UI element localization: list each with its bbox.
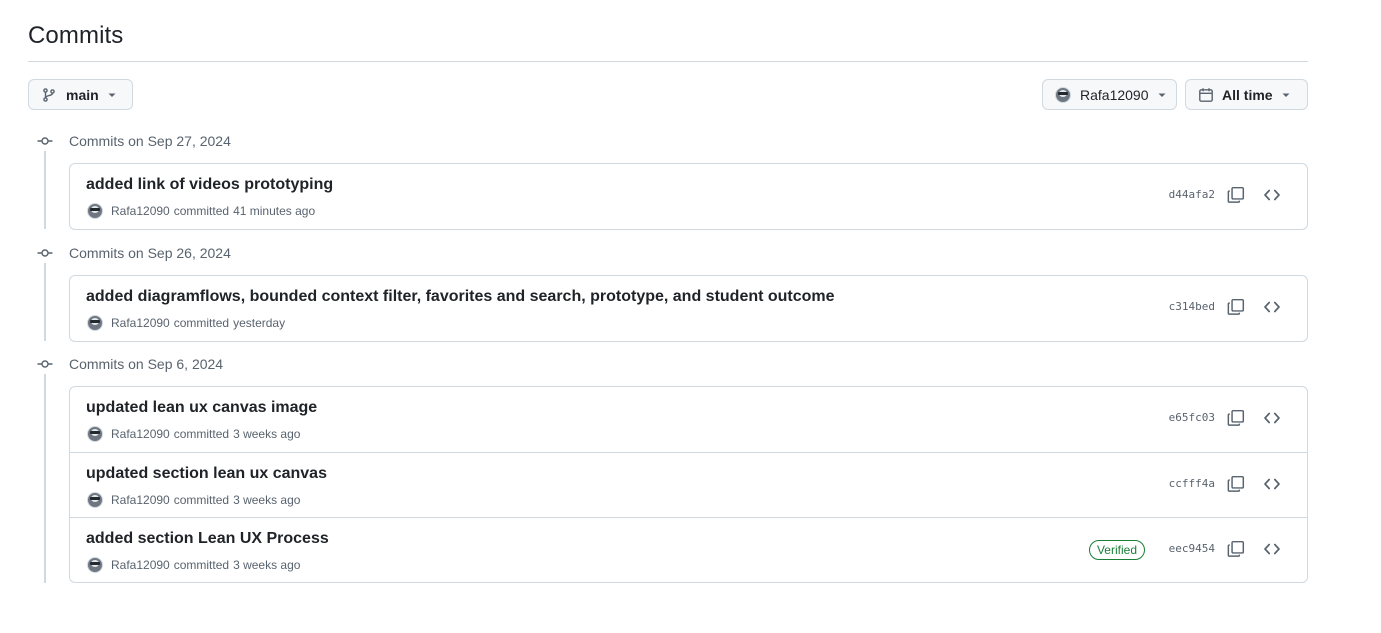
avatar[interactable] xyxy=(87,492,103,508)
commit-verb: committed xyxy=(173,493,230,507)
commit-sha-link[interactable]: d44afa2 xyxy=(1169,188,1215,201)
commit-verb: committed xyxy=(173,558,230,572)
code-icon[interactable] xyxy=(1263,186,1281,204)
time-filter-label: All time xyxy=(1222,86,1273,103)
copy-icon[interactable] xyxy=(1227,186,1245,204)
commit-group-date: Commits on Sep 27, 2024 xyxy=(69,133,231,149)
commit-message-link[interactable]: added section Lean UX Process xyxy=(86,530,329,548)
avatar xyxy=(1055,86,1071,103)
commit-time: 3 weeks ago xyxy=(233,558,301,572)
commit-author-link[interactable]: Rafa12090 xyxy=(111,204,170,218)
copy-icon[interactable] xyxy=(1227,540,1245,558)
commit-time: 3 weeks ago xyxy=(233,493,301,507)
code-icon[interactable] xyxy=(1263,540,1281,558)
commit-author-link[interactable]: Rafa12090 xyxy=(111,493,170,507)
commit-row: updated section lean ux canvas Rafa12090 c… xyxy=(70,452,1307,517)
commit-time: 41 minutes ago xyxy=(233,204,316,218)
code-icon[interactable] xyxy=(1263,475,1281,493)
commit-verb: committed xyxy=(173,204,230,218)
commit-sha-link[interactable]: eec9454 xyxy=(1169,542,1215,555)
git-branch-icon xyxy=(41,87,57,103)
commit-sha-link[interactable]: ccfff4a xyxy=(1169,477,1215,490)
commit-author-link[interactable]: Rafa12090 xyxy=(111,316,170,330)
avatar[interactable] xyxy=(87,315,103,331)
title-divider xyxy=(28,61,1308,62)
commit-meta: Rafa12090 committed 41 minutes ago xyxy=(87,203,315,219)
commit-meta: Rafa12090 committed 3 weeks ago xyxy=(87,557,300,573)
branch-label: main xyxy=(66,86,99,103)
code-icon[interactable] xyxy=(1263,298,1281,316)
commit-message-link[interactable]: added diagramflows, bounded context filt… xyxy=(86,288,835,306)
commit-sha-link[interactable]: c314bed xyxy=(1169,300,1215,313)
commit-meta: Rafa12090 committed 3 weeks ago xyxy=(87,426,300,442)
caret-down-icon xyxy=(1157,90,1167,100)
user-filter-label: Rafa12090 xyxy=(1080,86,1149,103)
page-title: Commits xyxy=(28,22,124,49)
time-filter-button[interactable]: All time xyxy=(1185,79,1308,110)
timeline-line xyxy=(44,151,46,229)
commit-list: added diagramflows, bounded context filt… xyxy=(69,275,1308,342)
caret-down-icon xyxy=(107,90,117,100)
commit-message-link[interactable]: updated section lean ux canvas xyxy=(86,465,327,483)
commit-author-link[interactable]: Rafa12090 xyxy=(111,558,170,572)
commit-verb: committed xyxy=(173,316,230,330)
commit-time: 3 weeks ago xyxy=(233,427,301,441)
code-icon[interactable] xyxy=(1263,409,1281,427)
commit-time: yesterday xyxy=(233,316,286,330)
user-filter-button[interactable]: Rafa12090 xyxy=(1042,79,1177,110)
commit-row: updated lean ux canvas image Rafa12090 com… xyxy=(70,387,1307,452)
copy-icon[interactable] xyxy=(1227,298,1245,316)
commit-message-link[interactable]: added link of videos prototyping xyxy=(86,176,333,194)
commit-meta: Rafa12090 committed yesterday xyxy=(87,315,285,331)
avatar[interactable] xyxy=(87,557,103,573)
copy-icon[interactable] xyxy=(1227,409,1245,427)
timeline-line xyxy=(44,263,46,341)
commit-author-link[interactable]: Rafa12090 xyxy=(111,427,170,441)
avatar[interactable] xyxy=(87,426,103,442)
verified-badge[interactable]: Verified xyxy=(1088,540,1145,560)
commit-message-link[interactable]: updated lean ux canvas image xyxy=(86,399,317,417)
commit-row: added link of videos prototyping Rafa1209… xyxy=(70,164,1307,229)
commit-list: added link of videos prototyping Rafa1209… xyxy=(69,163,1308,230)
timeline-line xyxy=(44,374,46,583)
commit-group-date: Commits on Sep 6, 2024 xyxy=(69,356,224,372)
avatar[interactable] xyxy=(87,203,103,219)
commit-list: updated lean ux canvas image Rafa12090 com… xyxy=(69,386,1308,583)
commit-row: added section Lean UX Process Rafa12090 co… xyxy=(70,517,1307,582)
caret-down-icon xyxy=(1281,90,1291,100)
commit-row: added diagramflows, bounded context filt… xyxy=(70,276,1307,341)
commit-meta: Rafa12090 committed 3 weeks ago xyxy=(87,492,300,508)
calendar-icon xyxy=(1198,87,1214,103)
commit-group-date: Commits on Sep 26, 2024 xyxy=(69,245,231,261)
branch-selector-button[interactable]: main xyxy=(28,79,133,110)
commit-verb: committed xyxy=(173,427,230,441)
commit-sha-link[interactable]: e65fc03 xyxy=(1169,411,1215,424)
copy-icon[interactable] xyxy=(1227,475,1245,493)
